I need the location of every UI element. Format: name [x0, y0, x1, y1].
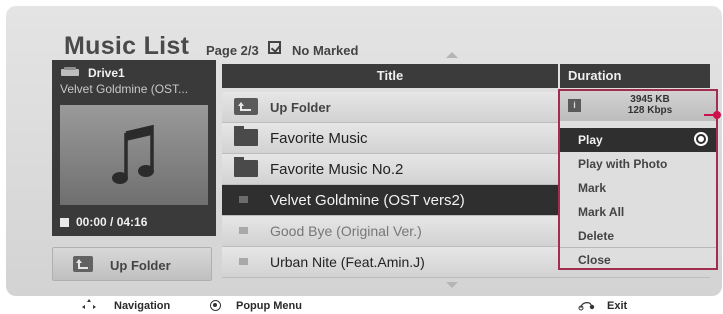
list-item-label: Favorite Music: [270, 130, 368, 147]
up-folder-button[interactable]: Up Folder: [52, 247, 212, 281]
column-header-duration: Duration: [560, 64, 710, 88]
menu-item-mark-all[interactable]: Mark All: [560, 200, 716, 224]
drive-label: Drive1: [88, 66, 125, 80]
list-item-label: Favorite Music No.2: [270, 161, 404, 178]
popup-pointer-dot: [713, 111, 721, 119]
info-icon: i: [568, 99, 581, 112]
footer-exit-label: Exit: [607, 300, 628, 312]
playback-time: 00:00 / 04:16: [76, 215, 148, 229]
popup-menu: i 3945 KB 128 Kbps Play Play with Photo …: [558, 89, 718, 270]
music-file-icon: [239, 227, 248, 234]
album-art: [60, 105, 208, 205]
footer-navigation-label: Navigation: [114, 300, 171, 312]
menu-item-delete[interactable]: Delete: [560, 224, 716, 248]
ok-button-icon: [210, 300, 221, 311]
file-info: i 3945 KB 128 Kbps: [560, 91, 716, 121]
folder-icon: [234, 126, 258, 146]
list-item-label: Good Bye (Original Ver.): [270, 223, 422, 239]
mark-status: No Marked: [292, 43, 359, 58]
page-indicator: Page 2/3: [206, 43, 259, 58]
up-folder-icon: [234, 98, 258, 115]
list-item-label: Urban Nite (Feat.Amin.J): [270, 254, 425, 270]
exit-icon: [578, 302, 595, 311]
scroll-up-arrow-icon[interactable]: [446, 52, 458, 58]
menu-item-label: Play: [578, 133, 603, 147]
list-item-label: Velvet Goldmine (OST vers2): [270, 192, 465, 209]
mark-checkbox-icon: [268, 41, 281, 54]
footer-help-bar: Navigation Popup Menu Exit: [0, 296, 723, 314]
stop-icon: [60, 218, 69, 227]
scroll-down-arrow-icon[interactable]: [446, 282, 458, 288]
now-playing-panel: Drive1 Velvet Goldmine (OST... 00:00 / 0…: [52, 60, 216, 236]
menu-item-play[interactable]: Play: [560, 128, 716, 152]
navigation-arrows-icon: [82, 299, 96, 309]
up-folder-icon: [73, 256, 93, 272]
music-note-icon: [112, 124, 154, 184]
up-folder-button-label: Up Folder: [110, 258, 171, 273]
menu-item-mark[interactable]: Mark: [560, 176, 716, 200]
music-file-icon: [239, 258, 248, 265]
list-item-label: Up Folder: [270, 100, 331, 115]
ok-button-icon: [694, 132, 708, 146]
footer-popup-menu-label: Popup Menu: [236, 300, 302, 312]
now-playing-title: Velvet Goldmine (OST...: [60, 82, 189, 96]
file-size: 3945 KB: [630, 94, 670, 105]
page-title: Music List: [64, 32, 190, 60]
folder-icon: [234, 157, 258, 177]
column-header-title: Title: [222, 64, 558, 88]
bitrate: 128 Kbps: [627, 105, 673, 116]
menu-item-play-with-photo[interactable]: Play with Photo: [560, 152, 716, 176]
music-file-icon: [239, 196, 248, 203]
drive-icon: [61, 67, 79, 76]
menu-item-close[interactable]: Close: [560, 248, 716, 272]
